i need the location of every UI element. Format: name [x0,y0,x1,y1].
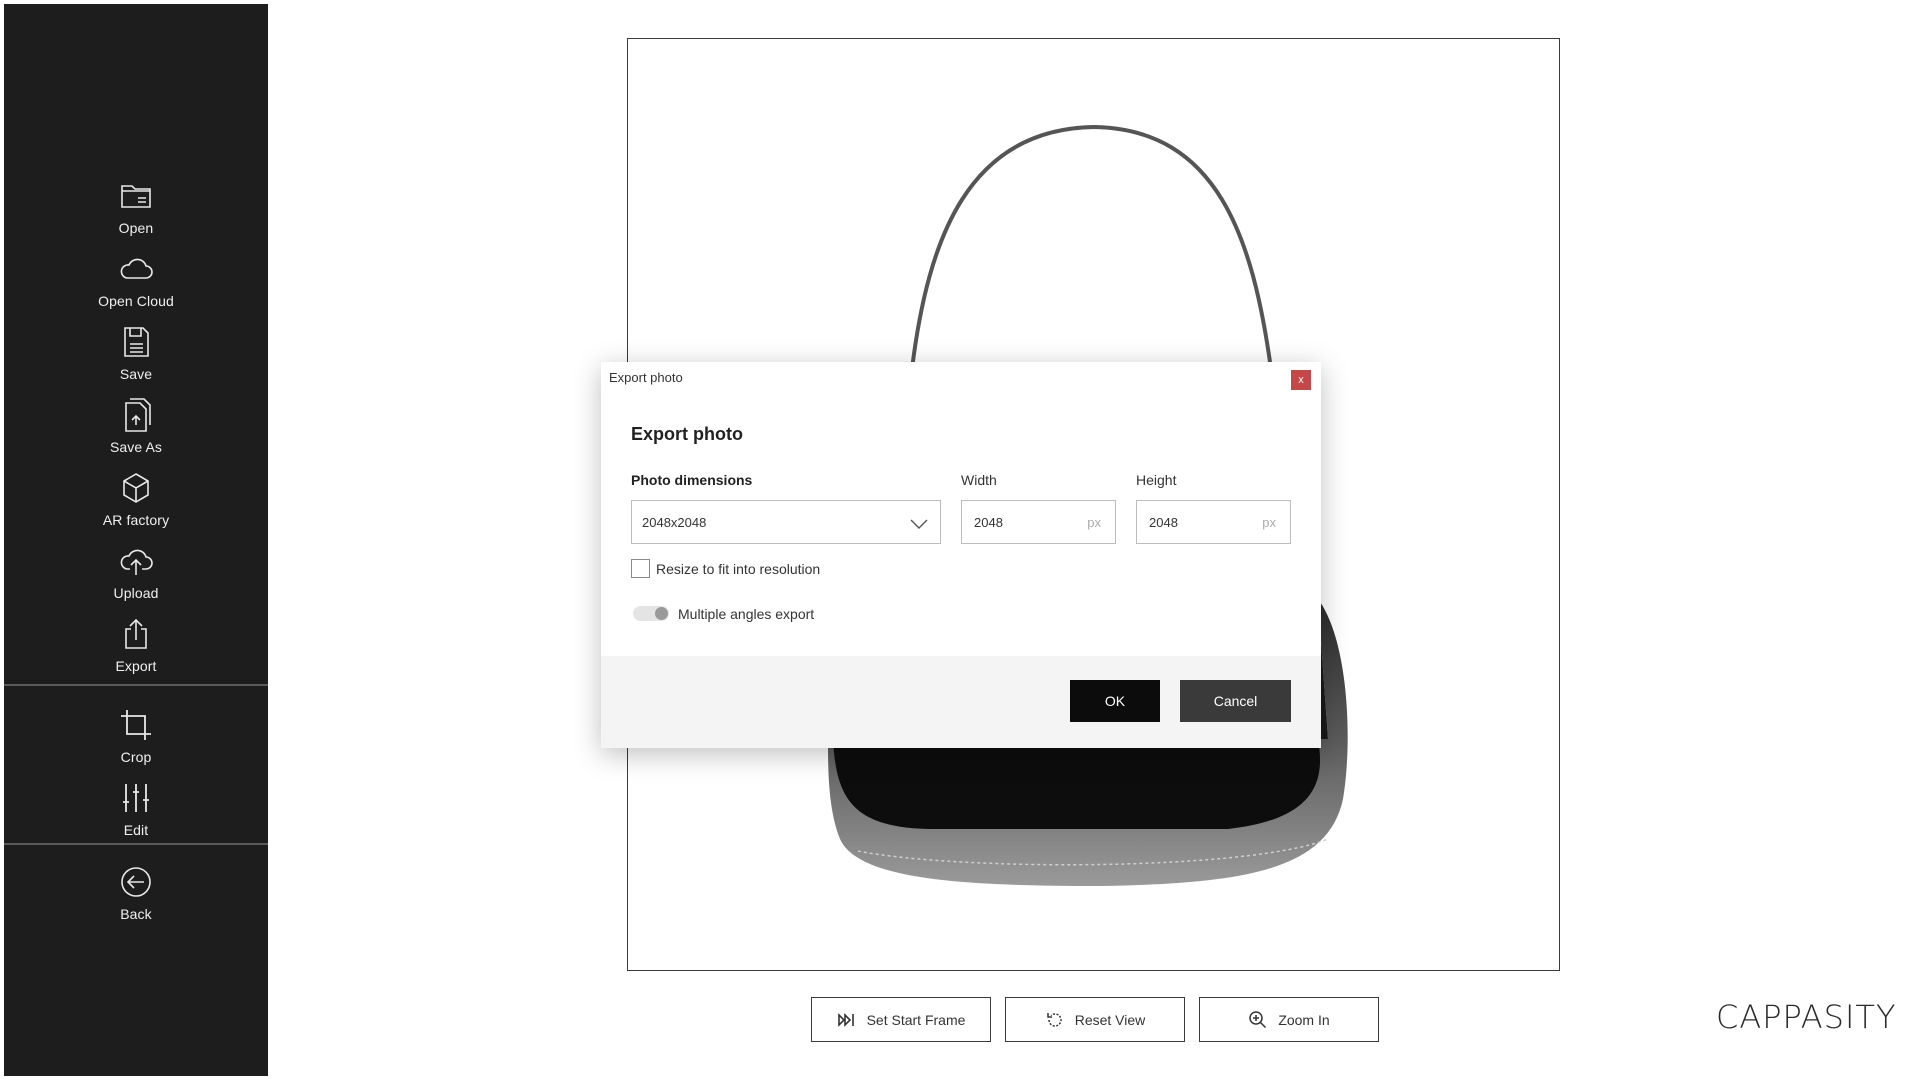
set-start-frame-label: Set Start Frame [866,1011,966,1028]
sidebar-item-save[interactable]: Save [4,324,268,388]
export-photo-dialog: Export photo x Export photo Photo dimens… [601,362,1321,748]
height-unit: px [1262,514,1276,530]
height-value: 2048 [1149,514,1178,530]
reset-icon [1046,1012,1062,1027]
sidebar-item-open-cloud[interactable]: Open Cloud [4,251,268,315]
app-window: Open Open Cloud Save Save As AR factory … [0,0,1920,1080]
width-value: 2048 [974,514,1003,530]
dialog-close-button[interactable]: x [1291,370,1311,390]
zoom-in-label: Zoom In [1278,1011,1330,1028]
sidebar-item-label: Back [120,906,152,922]
width-unit: px [1087,514,1101,530]
sidebar-item-crop[interactable]: Crop [4,707,268,771]
photo-dimensions-value: 2048x2048 [642,514,707,530]
resize-to-fit-label: Resize to fit into resolution [656,561,821,577]
save-as-icon [125,398,151,432]
toggle-knob [655,607,668,620]
dialog-heading: Export photo [631,424,743,444]
photo-dimensions-select[interactable]: 2048x2048 [631,500,941,544]
sidebar-item-label: Open Cloud [98,293,174,309]
export-icon [125,618,147,649]
skip-forward-icon [837,1012,854,1027]
sidebar-item-edit[interactable]: Edit [4,780,268,844]
cube-icon [123,473,149,503]
sidebar-item-label: Upload [113,585,159,601]
zoom-in-button[interactable]: Zoom In [1199,997,1379,1042]
set-start-frame-button[interactable]: Set Start Frame [811,997,991,1042]
sidebar-item-back[interactable]: Back [4,864,268,928]
sidebar-item-label: Save [119,366,153,382]
sidebar-item-export[interactable]: Export [4,616,268,680]
zoom-in-icon [1249,1010,1267,1028]
sliders-icon [123,784,149,812]
cloud-icon [120,258,153,279]
sidebar-item-upload[interactable]: Upload [4,543,268,607]
sidebar-item-open[interactable]: Open [4,178,268,242]
chevron-down-icon [910,519,928,529]
sidebar: Open Open Cloud Save Save As AR factory … [4,4,268,1076]
ok-button[interactable]: OK [1070,680,1160,722]
folder-icon [121,185,151,208]
brand-logo: CAPPASITY [1716,998,1897,1036]
sidebar-item-save-as[interactable]: Save As [4,397,268,461]
height-field[interactable]: 2048 px [1136,500,1291,544]
resize-to-fit-checkbox[interactable] [631,559,650,578]
sidebar-item-label: Edit [123,822,149,838]
multiple-angles-label: Multiple angles export [678,606,815,622]
sidebar-item-label: Export [115,658,157,674]
sidebar-item-label: Crop [120,749,152,765]
photo-dimensions-label: Photo dimensions [631,472,753,488]
cloud-upload-icon [120,549,153,575]
width-field[interactable]: 2048 px [961,500,1116,544]
sidebar-divider [4,684,268,686]
sidebar-item-label: AR factory [102,512,170,528]
sidebar-item-label: Save As [109,439,163,455]
sidebar-divider [4,843,268,845]
save-icon [124,327,149,357]
height-label: Height [1136,472,1177,488]
reset-view-button[interactable]: Reset View [1005,997,1185,1042]
sidebar-item-ar-factory[interactable]: AR factory [4,470,268,534]
reset-view-label: Reset View [1074,1011,1146,1028]
dialog-window-title: Export photo [609,370,683,385]
crop-icon [121,710,151,740]
cancel-button[interactable]: Cancel [1180,680,1291,722]
sidebar-item-label: Open [118,220,154,236]
multiple-angles-toggle[interactable] [633,606,669,621]
back-arrow-icon [121,867,151,897]
width-label: Width [961,472,997,488]
